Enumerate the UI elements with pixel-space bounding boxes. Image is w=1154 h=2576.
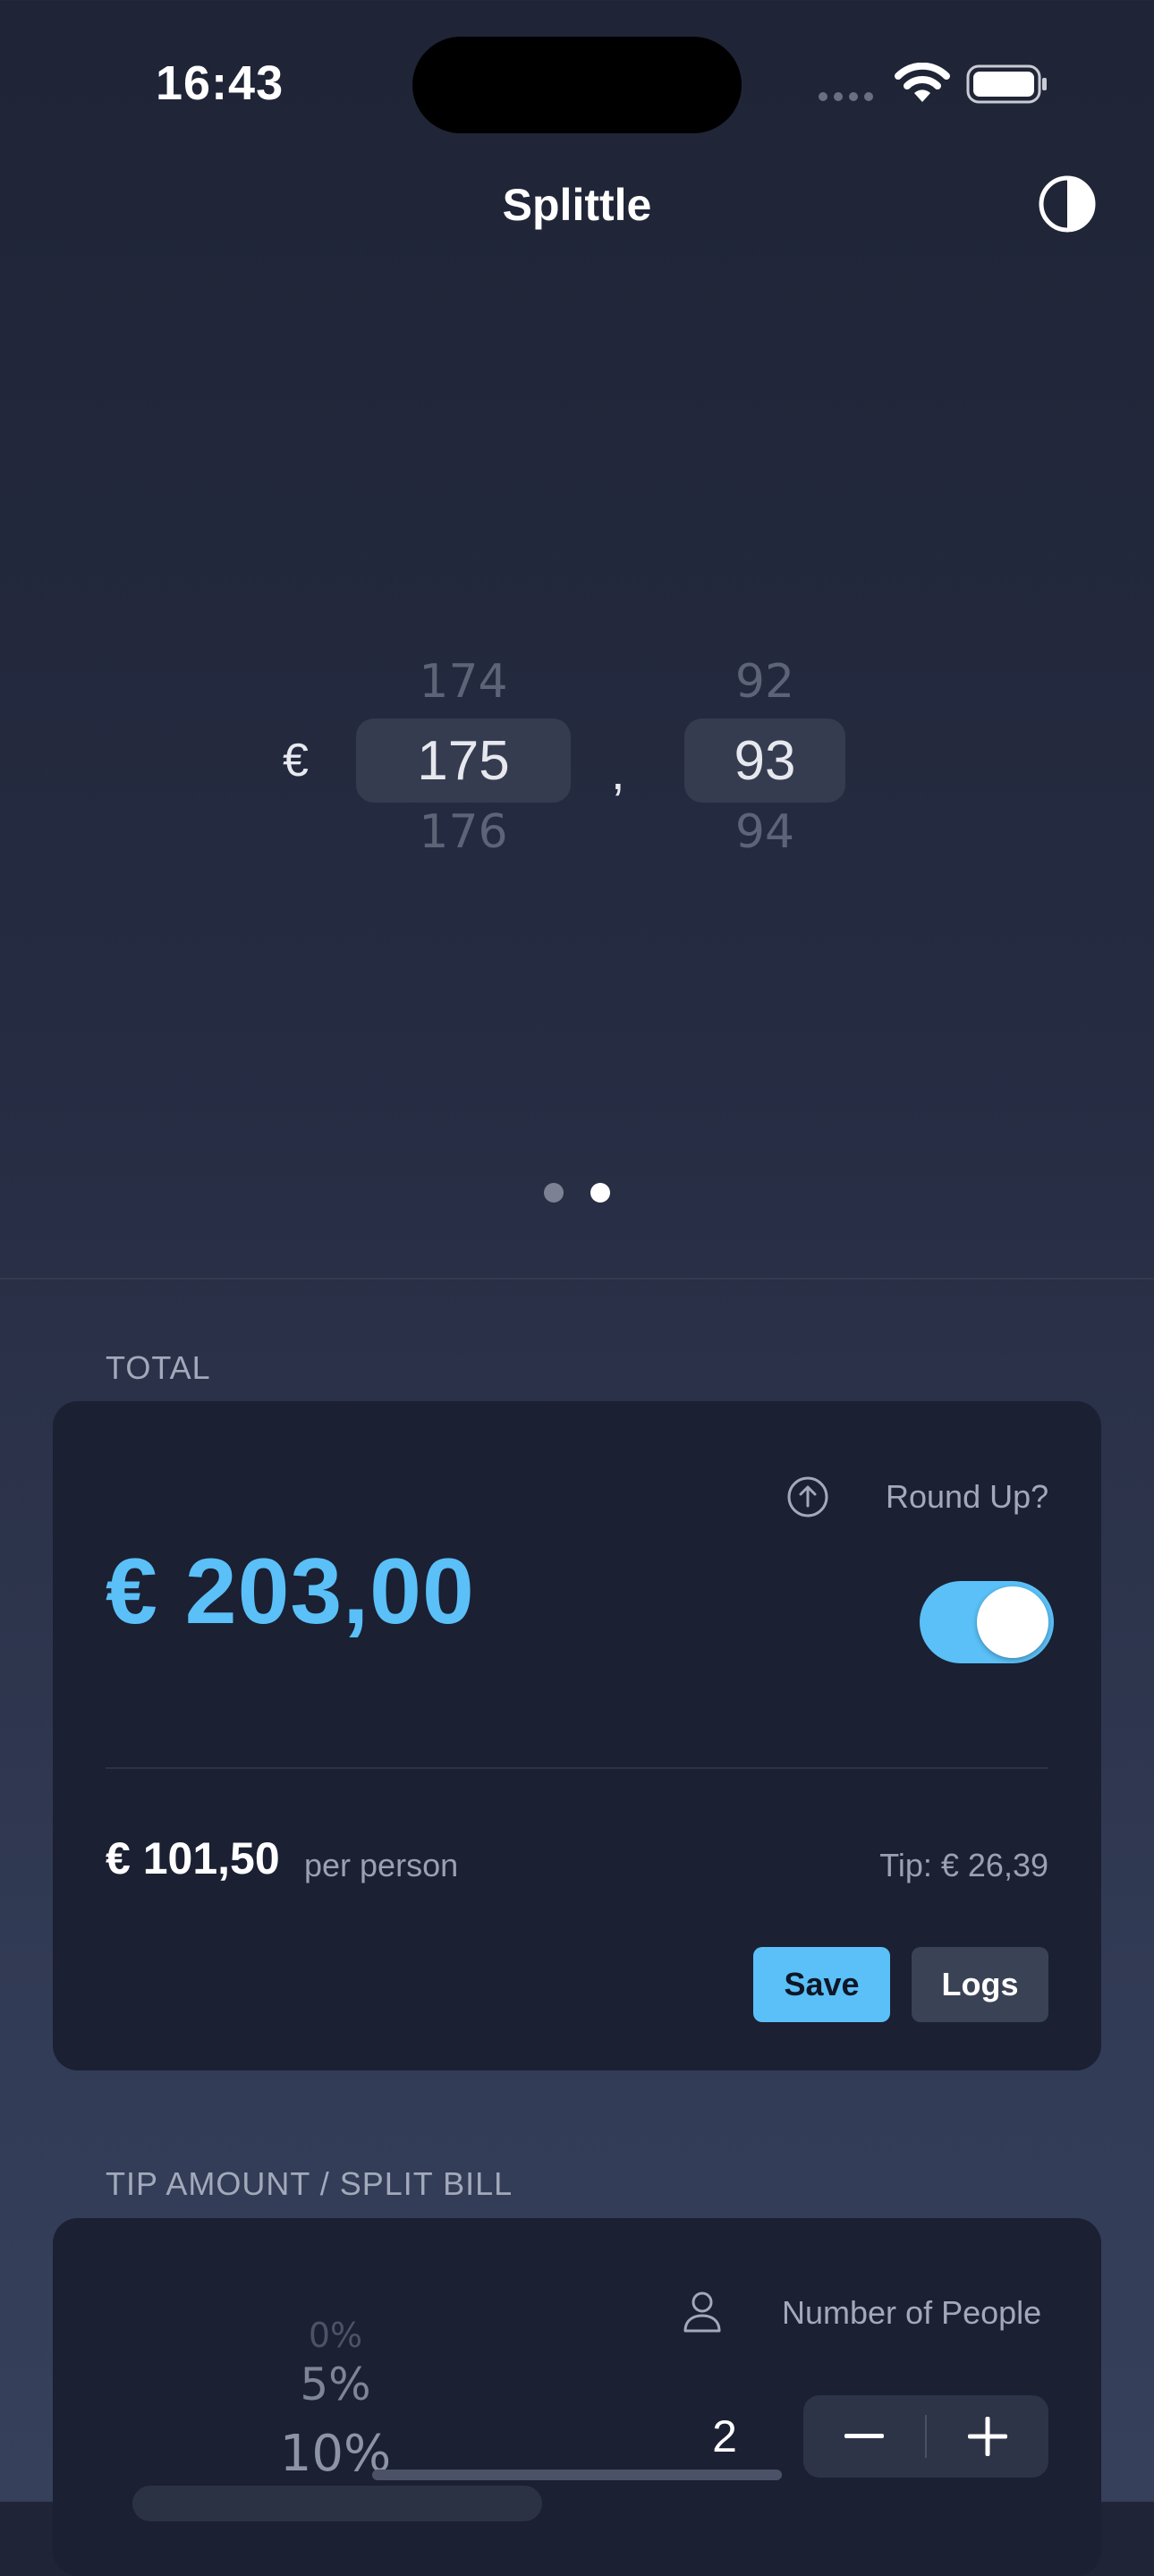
logs-button[interactable]: Logs: [912, 1947, 1048, 2022]
per-person-label: per person: [304, 1847, 459, 1883]
toggle-knob: [977, 1586, 1048, 1658]
whole-picker-selected[interactable]: 175: [356, 718, 571, 803]
section-divider: [0, 1278, 1154, 1279]
people-count: 2: [712, 2411, 737, 2461]
currency-symbol: €: [283, 735, 309, 786]
tip-picker-selection: [132, 2486, 542, 2521]
dynamic-island: [412, 37, 742, 133]
tip-option-0[interactable]: 0%: [246, 2316, 425, 2355]
app-title: Splittle: [502, 180, 652, 230]
round-up-toggle[interactable]: [920, 1581, 1054, 1663]
person-icon: [683, 2291, 721, 2333]
per-person-amount: € 101,50: [106, 1833, 280, 1883]
cents-picker-below[interactable]: 94: [684, 805, 845, 859]
minus-icon: [844, 2434, 884, 2438]
arrow-up-circle-icon: [787, 1476, 828, 1518]
total-section-label: TOTAL: [106, 1349, 211, 1386]
whole-picker-below[interactable]: 176: [356, 805, 571, 859]
battery-icon: [966, 64, 1047, 104]
home-indicator: [372, 2470, 782, 2480]
decrement-button[interactable]: [803, 2395, 925, 2478]
save-button[interactable]: Save: [753, 1947, 890, 2022]
number-of-people-label: Number of People: [782, 2294, 1042, 2331]
wifi-icon: [895, 63, 950, 102]
tip-amount-text: Tip: € 26,39: [879, 1847, 1048, 1883]
increment-button[interactable]: [927, 2395, 1048, 2478]
contrast-icon[interactable]: [1038, 174, 1097, 234]
tip-option-5[interactable]: 5%: [246, 2359, 425, 2410]
plus-icon: [968, 2417, 1007, 2456]
status-time: 16:43: [156, 56, 284, 110]
whole-picker-above[interactable]: 174: [356, 655, 571, 709]
tip-section-label: TIP AMOUNT / SPLIT BILL: [106, 2165, 513, 2202]
people-stepper: [803, 2395, 1048, 2478]
round-up-label: Round Up?: [886, 1478, 1049, 1515]
decimal-separator: ,: [611, 744, 625, 800]
card-divider: [106, 1767, 1048, 1769]
cellular-signal-icon: [819, 92, 873, 101]
cents-picker-above[interactable]: 92: [684, 655, 845, 709]
page-dot-1[interactable]: [544, 1183, 564, 1203]
cents-picker-selected[interactable]: 93: [684, 718, 845, 803]
page-dot-2[interactable]: [590, 1183, 610, 1203]
total-amount: € 203,00: [106, 1540, 475, 1644]
